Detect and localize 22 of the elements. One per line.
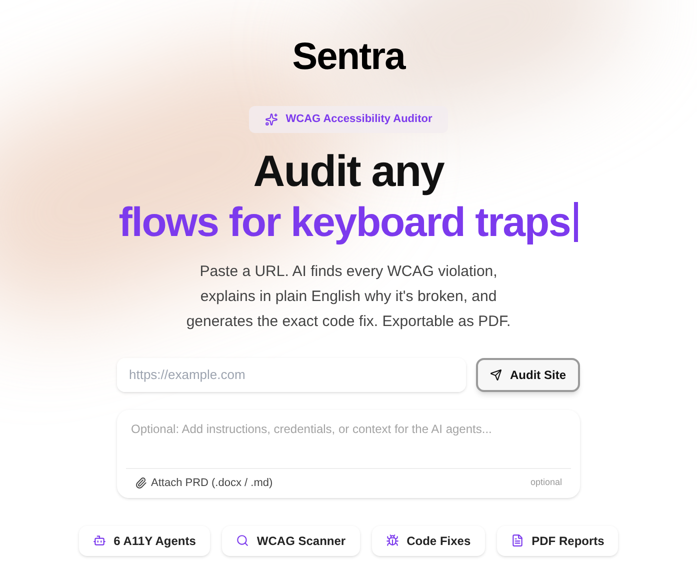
feature-chip: Code Fixes [372,526,485,556]
send-icon [490,368,502,380]
robot-icon [92,534,106,547]
headline-highlight: flows for keyboard traps [118,198,570,246]
attach-prd-button[interactable]: Attach PRD (.docx / .md) [135,474,273,492]
feature-chip: PDF Reports [496,526,618,556]
description: Paste a URL. AI finds every WCAG violation, explains in plain English why it's broken, and generates the exact code fix. Exportable as PDF. [185,262,512,332]
document-icon [510,534,524,547]
logo: Sentra [292,38,405,76]
url-field[interactable]: https://example.com [117,358,466,392]
bug-icon [386,534,399,547]
optional-note: optional [530,476,562,490]
instructions-field[interactable]: Optional: Add instructions, credentials, or context for the AI agents... [126,410,571,468]
magnifier-icon [236,534,249,547]
headline: Audit any [253,146,444,196]
typing-caret [574,202,578,242]
audit-site-button[interactable]: Audit Site [476,358,580,392]
paperclip-icon [135,477,147,489]
category-badge: WCAG Accessibility Auditor [248,106,448,132]
sparkles-icon [264,112,278,126]
feature-chip: 6 A11Y Agents [78,526,210,556]
feature-chip: WCAG Scanner [222,526,360,556]
